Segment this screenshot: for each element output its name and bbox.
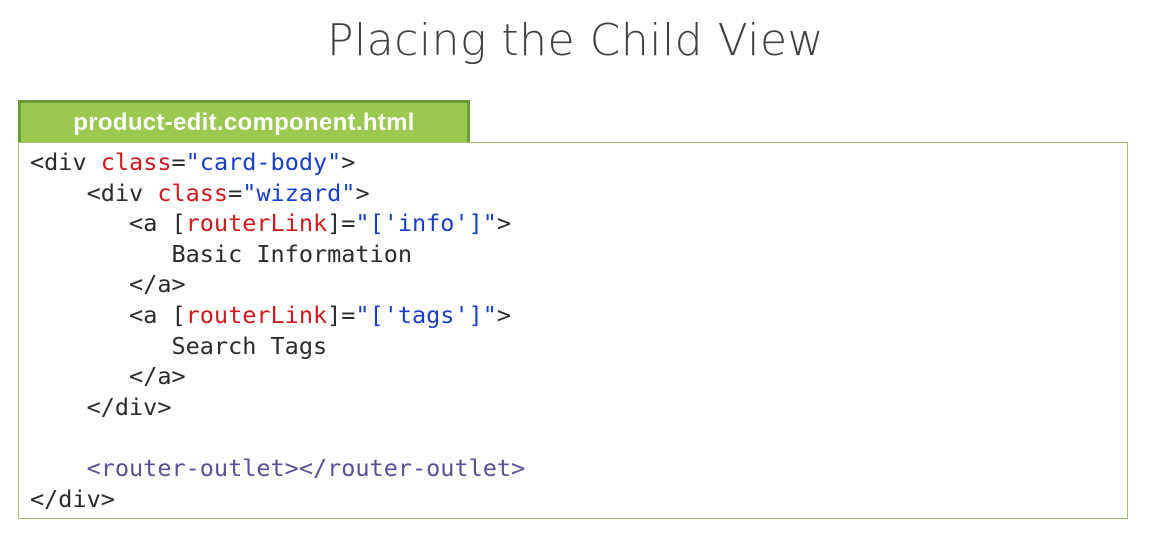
code-element-tag: <router-outlet></router-outlet> xyxy=(86,453,526,482)
code-line: <router-outlet></router-outlet> xyxy=(30,453,526,484)
file-name-tab: product-edit.component.html xyxy=(18,100,470,145)
code-line: </a> xyxy=(30,361,525,392)
code-text: <a [ xyxy=(129,209,186,238)
slide-title: Placing the Child View xyxy=(327,15,824,66)
code-line: </div> xyxy=(30,392,525,423)
code-line: Search Tags xyxy=(30,331,525,362)
code-attribute-name: routerLink xyxy=(185,209,328,238)
code-text: Basic Information xyxy=(171,239,413,268)
code-listing: <div class="card-body"> <div class="wiza… xyxy=(30,147,525,514)
code-line: <a [routerLink]="['info']"> xyxy=(30,208,525,239)
code-text: = xyxy=(228,178,243,207)
code-text: </div> xyxy=(86,392,172,421)
code-line: <div class="card-body"> xyxy=(30,147,525,178)
code-text: > xyxy=(355,178,370,207)
code-line: <a [routerLink]="['tags']"> xyxy=(30,300,525,331)
code-attribute-name: class xyxy=(157,178,229,207)
code-string-value: "card-body" xyxy=(185,148,342,176)
code-string-value: "wizard" xyxy=(242,178,356,207)
code-text: ]= xyxy=(327,300,356,329)
code-attribute-name: class xyxy=(100,148,172,176)
code-line: </a> xyxy=(30,269,525,300)
code-text: Search Tags xyxy=(171,331,328,360)
code-text: <div xyxy=(86,178,158,207)
code-text: </a> xyxy=(129,362,186,391)
code-text: > xyxy=(341,148,356,176)
code-block: <div class="card-body"> <div class="wiza… xyxy=(18,142,1128,519)
code-text: </div> xyxy=(30,484,115,513)
code-text: = xyxy=(171,148,186,176)
code-text: </a> xyxy=(129,270,186,299)
code-text: > xyxy=(496,209,512,238)
code-text: <div xyxy=(30,148,101,176)
code-text: <a [ xyxy=(129,300,186,329)
code-attribute-name: routerLink xyxy=(185,300,328,329)
code-text: > xyxy=(496,300,512,329)
code-string-value: "['tags']" xyxy=(355,300,497,329)
code-string-value: "['info']" xyxy=(355,209,497,238)
slide: Placing the Child View product-edit.comp… xyxy=(0,0,1151,540)
code-line: <div class="wizard"> xyxy=(30,178,525,209)
code-text: ]= xyxy=(327,209,356,238)
code-line: Basic Information xyxy=(30,239,525,270)
file-name-label: product-edit.component.html xyxy=(73,108,415,136)
code-line: </div> xyxy=(30,484,525,515)
